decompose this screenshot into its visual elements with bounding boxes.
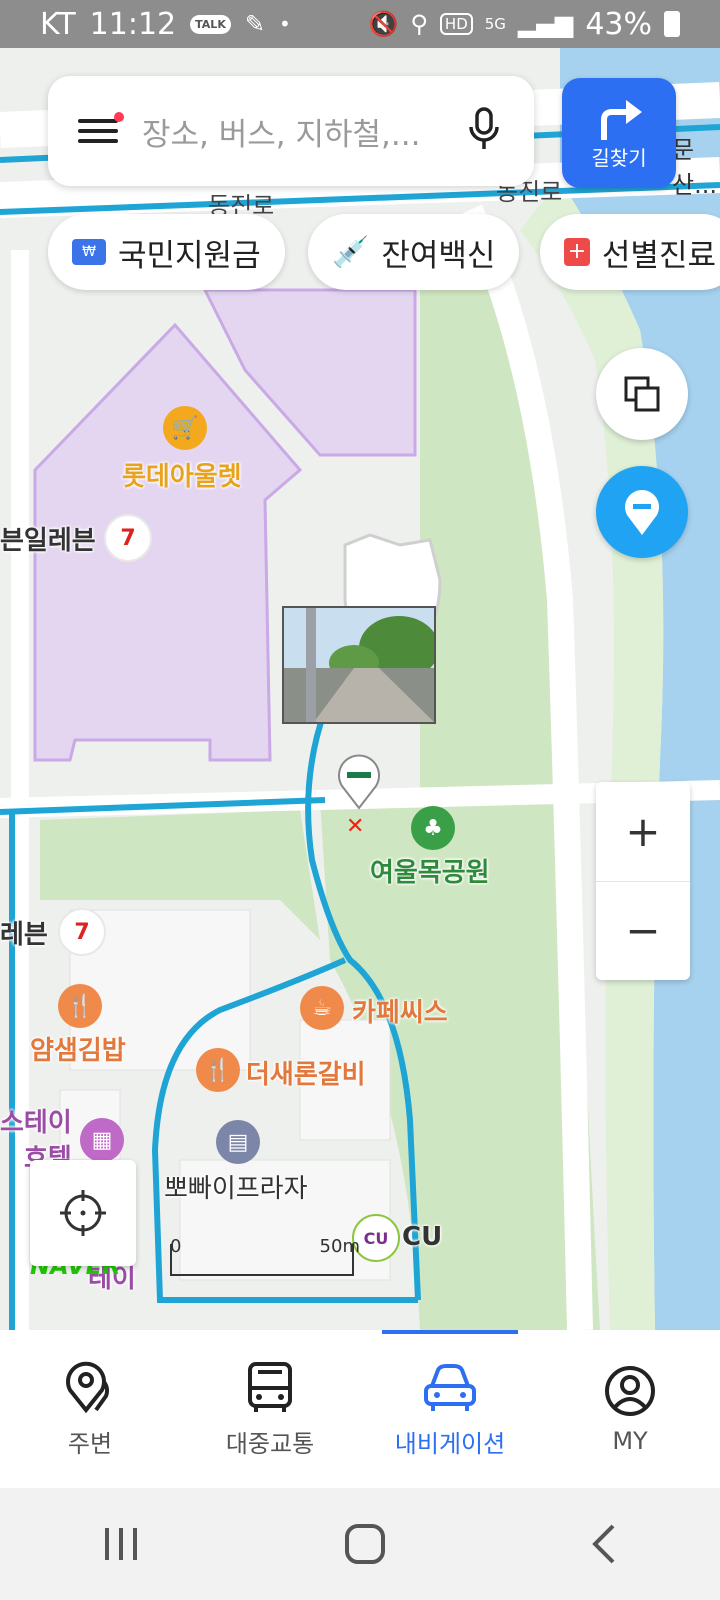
dot-icon: • (278, 12, 291, 36)
chip-label: 잔여백신 (381, 237, 496, 274)
nav-label: 대중교통 (225, 1429, 315, 1458)
poi-label-seven-eleven-2[interactable]: 레븐 (0, 914, 48, 951)
shopping-cart-icon[interactable]: 🛒 (163, 406, 207, 450)
battery-icon (664, 11, 680, 37)
my-location-button[interactable] (30, 1160, 136, 1266)
place-pin-icon (66, 1361, 110, 1413)
directions-button[interactable]: 길찾기 (562, 78, 676, 188)
hospital-cross-icon: + (564, 238, 590, 266)
menu-icon[interactable] (78, 112, 124, 146)
chip-screening-clinic[interactable]: + 선별진료 (540, 214, 720, 290)
car-icon (424, 1363, 476, 1411)
nav-label: 내비게이션 (394, 1429, 506, 1458)
search-input[interactable]: 장소, 버스, 지하철,... (142, 109, 464, 154)
chip-label: 선별진료 (601, 237, 716, 274)
nav-item-navigation[interactable]: 내비게이션 (360, 1330, 540, 1488)
chip-support-fund[interactable]: ₩ 국민지원금 (48, 214, 285, 290)
scale-start: 0 (170, 1236, 182, 1257)
scale-end: 50m (319, 1236, 360, 1257)
poi-label-park[interactable]: 여울목공원 (370, 852, 490, 889)
back-icon[interactable] (589, 1522, 619, 1566)
poi-label-seven-eleven[interactable]: 븐일레븐 (0, 520, 96, 557)
network-5g-icon: 5G (484, 15, 506, 33)
bottom-navigation: 주변 대중교통 내비게이션 MY (0, 1330, 720, 1488)
won-card-icon: ₩ (72, 239, 106, 265)
talk-icon: TALK (190, 14, 231, 34)
pill-icon: ✎ (244, 10, 265, 38)
carrier-label: KT (40, 6, 76, 42)
system-navigation-bar (0, 1488, 720, 1600)
edge-label: 문산... (672, 136, 717, 199)
clock: 11:12 (89, 6, 177, 42)
close-x-icon: ✕ (346, 814, 365, 839)
crosshair-icon (60, 1190, 106, 1236)
microphone-icon[interactable] (464, 105, 504, 157)
zoom-control[interactable]: + − (596, 782, 690, 980)
location-icon: ⚲ (410, 10, 428, 38)
scale-bar: 0 50m (170, 1236, 360, 1276)
poi-label-galbi[interactable]: 더새론갈비 (246, 1054, 366, 1091)
building-icon[interactable]: ▤ (216, 1120, 260, 1164)
hd-icon: HD (439, 13, 473, 35)
poi-label-cu[interactable]: CU (402, 1222, 442, 1252)
home-icon[interactable] (343, 1522, 387, 1566)
battery-label: 43% (585, 6, 652, 42)
poi-label-popeye-plaza[interactable]: 뽀빠이프라자 (164, 1168, 308, 1205)
hotel-building-icon[interactable]: ▦ (80, 1118, 124, 1162)
directions-label: 길찾기 (591, 145, 647, 170)
chip-label: 국민지원금 (118, 237, 261, 274)
bus-icon (248, 1361, 292, 1412)
zoom-in-button[interactable]: + (596, 782, 690, 882)
route-pin-icon (625, 490, 659, 535)
bike-route-button[interactable] (596, 466, 688, 558)
nav-item-transit[interactable]: 대중교통 (180, 1330, 360, 1488)
poi-label-yamsaem[interactable]: 얌샘김밥 (30, 1030, 126, 1067)
layers-button[interactable] (596, 348, 688, 440)
nav-item-my[interactable]: MY (540, 1330, 720, 1488)
location-marker-icon[interactable] (336, 754, 382, 810)
chip-remaining-vaccine[interactable]: 💉 잔여백신 (308, 214, 520, 290)
nav-item-nearby[interactable]: 주변 (0, 1330, 180, 1488)
status-bar: KT 11:12 TALK ✎ • 🔇 ⚲ HD 5G ▂▄▆ 43% (0, 0, 720, 48)
poi-label-stay[interactable]: 스테이 (0, 1102, 72, 1139)
mute-icon: 🔇 (368, 10, 399, 38)
search-bar[interactable]: 장소, 버스, 지하철,... (48, 76, 534, 186)
turn-right-arrow-icon (601, 99, 642, 140)
nav-label: MY (612, 1427, 648, 1455)
restaurant-icon[interactable]: 🍴 (196, 1048, 240, 1092)
signal-icon: ▂▄▆ (517, 10, 574, 38)
user-icon (605, 1366, 655, 1416)
street-view-thumbnail[interactable] (282, 606, 436, 724)
layers-icon (624, 376, 660, 412)
recent-apps-icon[interactable] (101, 1524, 141, 1564)
poi-label-lotte-outlet[interactable]: 롯데아울렛 (122, 456, 242, 493)
nav-label: 주변 (67, 1429, 113, 1458)
park-tree-icon[interactable]: ♣ (411, 806, 455, 850)
zoom-out-button[interactable]: − (596, 882, 690, 981)
seven-eleven-icon[interactable]: 7 (58, 908, 106, 956)
cafe-cup-icon[interactable]: ☕ (300, 986, 344, 1030)
seven-eleven-icon[interactable]: 7 (104, 514, 152, 562)
restaurant-icon[interactable]: 🍴 (58, 984, 102, 1028)
poi-label-cafe[interactable]: 카페씨스 (352, 992, 448, 1029)
syringe-icon: 💉 (332, 234, 370, 270)
